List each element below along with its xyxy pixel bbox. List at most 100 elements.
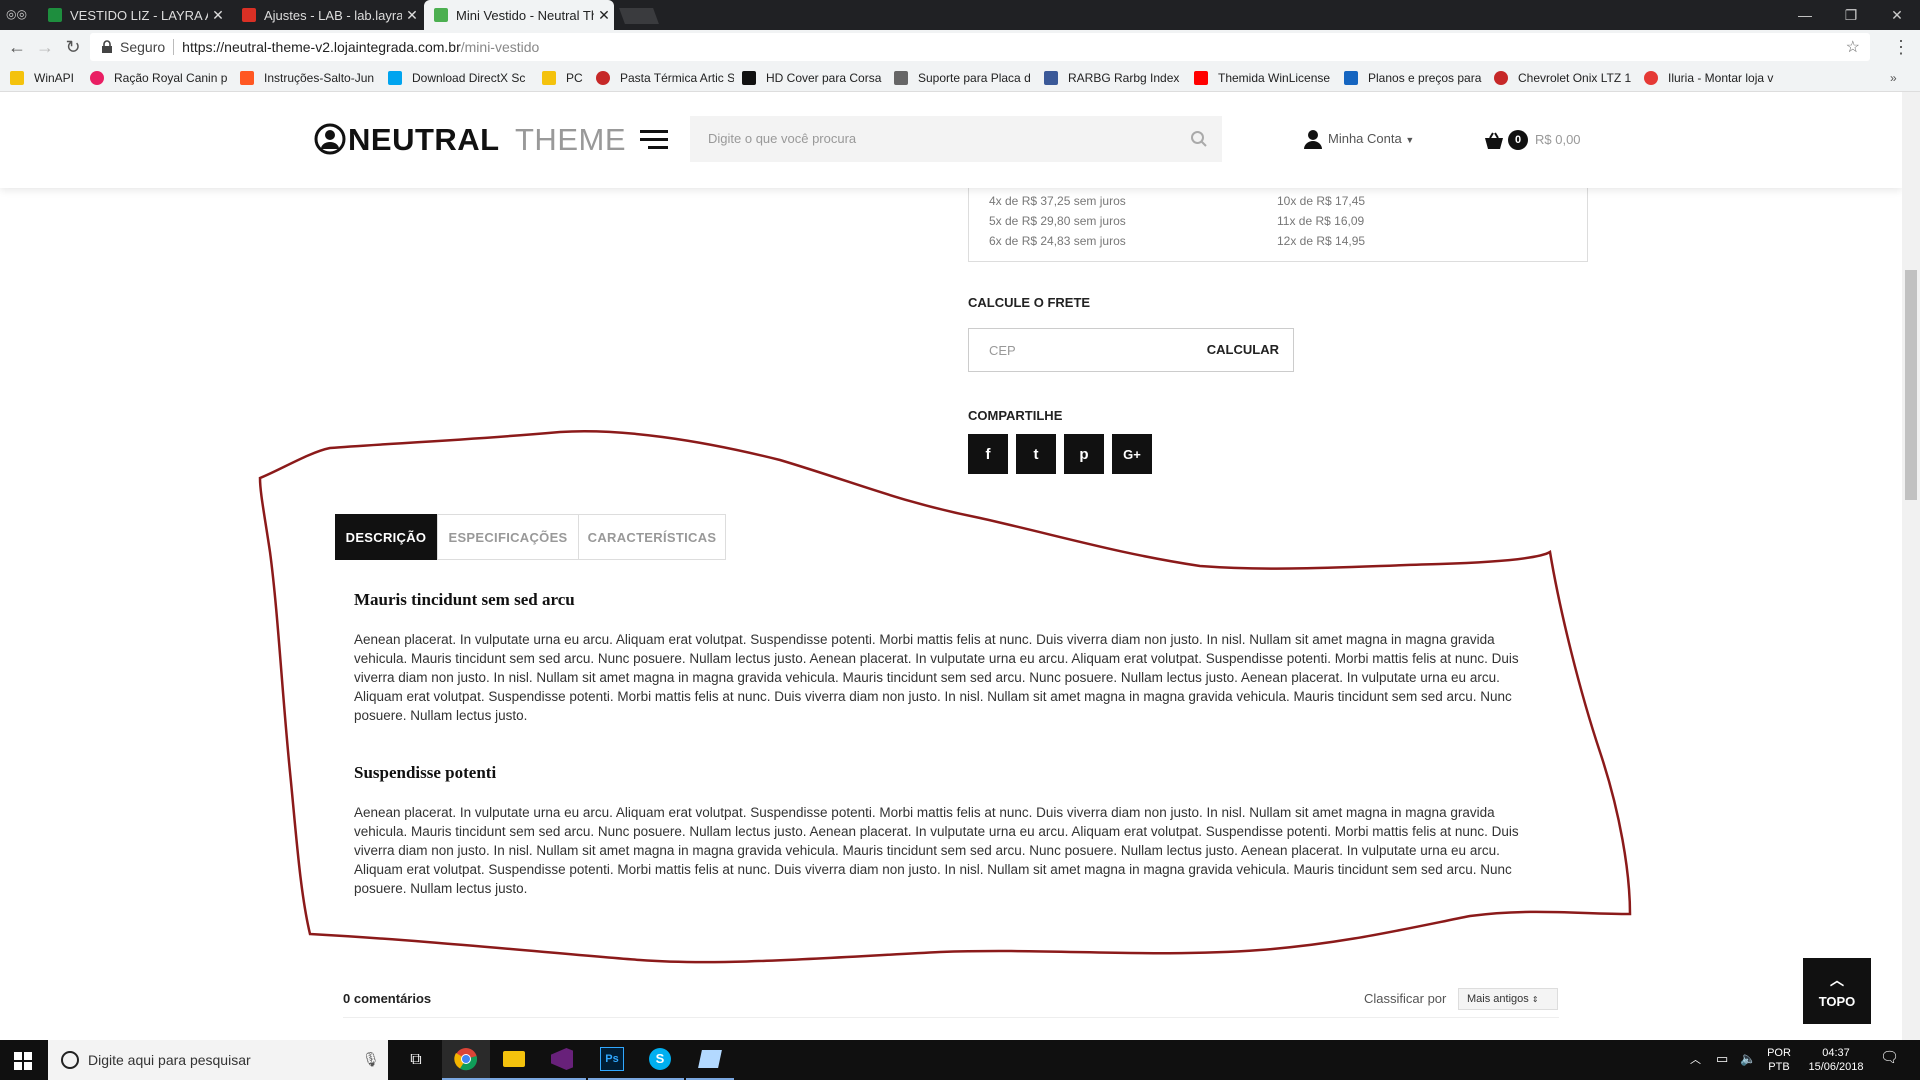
tab-description[interactable]: DESCRIÇÃO bbox=[335, 514, 437, 560]
chevron-up-icon: ︿ bbox=[1830, 972, 1844, 988]
tray-overflow-icon[interactable]: ︿ bbox=[1690, 1053, 1701, 1067]
bookmark-item[interactable]: Suporte para Placa d bbox=[894, 70, 1032, 86]
back-arrow-icon[interactable]: ← bbox=[4, 34, 30, 60]
store-favicon-icon bbox=[434, 8, 448, 22]
clock[interactable]: 04:37 15/06/2018 bbox=[1796, 1046, 1876, 1074]
search-input[interactable]: Digite o que você procura bbox=[690, 116, 1222, 162]
facebook-share-button[interactable]: f bbox=[968, 434, 1008, 474]
bookmark-item[interactable]: Pasta Térmica Artic S bbox=[596, 70, 734, 86]
bookmark-item[interactable]: Planos e preços para bbox=[1344, 70, 1484, 86]
tab-title: Ajustes - LAB - lab.layraa bbox=[264, 7, 402, 23]
youtube-icon bbox=[1194, 71, 1208, 85]
installment-option: 6x de R$ 24,83 sem juros bbox=[989, 234, 1126, 248]
browser-tab-2[interactable]: Ajustes - LAB - lab.layraa ✕ bbox=[232, 0, 422, 30]
pinterest-share-button[interactable]: p bbox=[1064, 434, 1104, 474]
close-window-icon[interactable]: ✕ bbox=[1872, 0, 1920, 30]
bookmark-label: WinAPI bbox=[34, 71, 75, 85]
sort-select[interactable]: Mais antigos ⇕ bbox=[1458, 988, 1558, 1010]
bookmark-item[interactable]: PC bbox=[542, 70, 588, 86]
forward-arrow-icon[interactable]: → bbox=[32, 34, 58, 60]
chrome-taskbar-icon[interactable] bbox=[442, 1040, 490, 1080]
account-menu[interactable]: Minha Conta ▼ bbox=[1328, 131, 1414, 146]
web-page: NEUTRAL THEME Digite o que você procura … bbox=[0, 92, 1902, 1040]
search-placeholder: Digite o que você procura bbox=[708, 131, 857, 146]
cep-field[interactable]: CEP CALCULAR bbox=[968, 328, 1294, 372]
user-icon[interactable] bbox=[1304, 129, 1322, 149]
minimize-icon[interactable]: — bbox=[1780, 0, 1830, 30]
google-plus-share-button[interactable]: G+ bbox=[1112, 434, 1152, 474]
back-to-top-button[interactable]: ︿ TOPO bbox=[1803, 958, 1871, 1024]
bookmark-label: Download DirectX Sc bbox=[412, 71, 526, 85]
site-icon bbox=[742, 71, 756, 85]
installment-option: 12x de R$ 14,95 bbox=[1277, 234, 1366, 248]
microphone-icon[interactable]: 🎙 bbox=[362, 1051, 380, 1068]
visual-studio-icon[interactable] bbox=[538, 1040, 586, 1080]
clock-date: 15/06/2018 bbox=[1808, 1061, 1864, 1073]
bookmark-item[interactable]: Instruções-Salto-Jun bbox=[240, 70, 376, 86]
folder-icon bbox=[10, 71, 24, 85]
taskbar-search-box[interactable]: Digite aqui para pesquisar 🎙 bbox=[48, 1040, 388, 1080]
description-paragraph: Aenean placerat. In vulputate urna eu ar… bbox=[354, 632, 1519, 723]
share-title: COMPARTILHE bbox=[968, 408, 1063, 423]
bookmark-star-icon[interactable]: ☆ bbox=[1846, 37, 1860, 57]
windows-start-icon[interactable] bbox=[14, 1052, 32, 1070]
bookmark-label: Suporte para Placa d bbox=[918, 71, 1031, 85]
tab-specifications[interactable]: ESPECIFICAÇÕES bbox=[437, 514, 579, 560]
twitter-share-button[interactable]: t bbox=[1016, 434, 1056, 474]
photoshop-icon[interactable]: Ps bbox=[588, 1040, 636, 1080]
installment-option: 4x de R$ 37,25 sem juros bbox=[989, 194, 1126, 208]
sheets-favicon-icon bbox=[48, 8, 62, 22]
bookmark-item[interactable]: Iluria - Montar loja v bbox=[1644, 70, 1784, 86]
bookmark-label: Ração Royal Canin p bbox=[114, 71, 228, 85]
logo-wordmark-bold[interactable]: NEUTRAL bbox=[348, 122, 500, 158]
page-scrollbar-thumb[interactable] bbox=[1905, 270, 1917, 500]
heart-icon bbox=[90, 71, 104, 85]
bookmarks-overflow-icon[interactable]: » bbox=[1890, 70, 1910, 86]
bookmark-label: Chevrolet Onix LTZ 1 bbox=[1518, 71, 1632, 85]
bookmark-item[interactable]: Chevrolet Onix LTZ 1 bbox=[1494, 70, 1632, 86]
site-icon bbox=[1344, 71, 1358, 85]
volume-icon[interactable]: 🔈 bbox=[1740, 1052, 1756, 1066]
bookmark-item[interactable]: Download DirectX Sc bbox=[388, 70, 526, 86]
close-tab-icon[interactable]: ✕ bbox=[208, 7, 228, 24]
bookmark-item[interactable]: WinAPI bbox=[10, 70, 90, 86]
address-bar[interactable]: Seguro https://neutral-theme-v2.lojainte… bbox=[90, 33, 1870, 61]
action-center-icon[interactable]: 🗨 bbox=[1880, 1050, 1899, 1065]
new-tab-button[interactable] bbox=[619, 8, 659, 24]
bookmark-item[interactable]: HD Cover para Corsa bbox=[742, 70, 882, 86]
browser-tab-3-active[interactable]: Mini Vestido - Neutral Th ✕ bbox=[424, 0, 614, 30]
bookmark-label: HD Cover para Corsa bbox=[766, 71, 882, 85]
hamburger-menu-icon[interactable] bbox=[640, 130, 668, 149]
site-icon bbox=[1494, 71, 1508, 85]
language-indicator[interactable]: POR PTB bbox=[1764, 1046, 1794, 1074]
taskbar-search-placeholder: Digite aqui para pesquisar bbox=[88, 1052, 251, 1068]
task-view-icon[interactable]: ⧉ bbox=[392, 1040, 440, 1080]
cart-count-badge: 0 bbox=[1508, 130, 1528, 150]
tab-characteristics[interactable]: CARACTERÍSTICAS bbox=[578, 514, 726, 560]
bookmark-item[interactable]: Ração Royal Canin p bbox=[90, 70, 228, 86]
calculate-button[interactable]: CALCULAR bbox=[1207, 342, 1279, 357]
bookmark-item[interactable]: Themida WinLicense bbox=[1194, 70, 1332, 86]
tab-title: VESTIDO LIZ - LAYRA ABE bbox=[70, 7, 208, 23]
omnibox-divider bbox=[173, 39, 175, 55]
page-scrollbar[interactable] bbox=[1902, 92, 1920, 1040]
cart-total: R$ 0,00 bbox=[1535, 132, 1581, 147]
file-explorer-icon[interactable] bbox=[490, 1040, 538, 1080]
logo-wordmark-light[interactable]: THEME bbox=[515, 122, 626, 158]
network-icon[interactable]: ▭ bbox=[1716, 1052, 1728, 1066]
restore-icon[interactable]: ❐ bbox=[1826, 0, 1876, 30]
tab-title: Mini Vestido - Neutral Th bbox=[456, 7, 594, 23]
skype-icon[interactable]: S bbox=[636, 1040, 684, 1080]
close-tab-icon[interactable]: ✕ bbox=[402, 7, 422, 24]
bookmark-label: Pasta Térmica Artic S bbox=[620, 71, 734, 85]
shopping-basket-icon[interactable] bbox=[1484, 132, 1504, 150]
bookmarks-bar: WinAPI Ração Royal Canin p Instruções-Sa… bbox=[0, 64, 1920, 92]
browser-tab-1[interactable]: VESTIDO LIZ - LAYRA ABE ✕ bbox=[38, 0, 228, 30]
bookmark-item[interactable]: RARBG Rarbg Index bbox=[1044, 70, 1180, 86]
close-tab-icon[interactable]: ✕ bbox=[594, 7, 614, 24]
chrome-menu-icon[interactable]: ⋮ bbox=[1888, 34, 1914, 60]
reload-icon[interactable]: ↻ bbox=[60, 34, 86, 60]
search-icon[interactable] bbox=[1190, 130, 1208, 148]
notes-app-icon[interactable] bbox=[686, 1040, 734, 1080]
bookmark-label: Themida WinLicense bbox=[1218, 71, 1331, 85]
